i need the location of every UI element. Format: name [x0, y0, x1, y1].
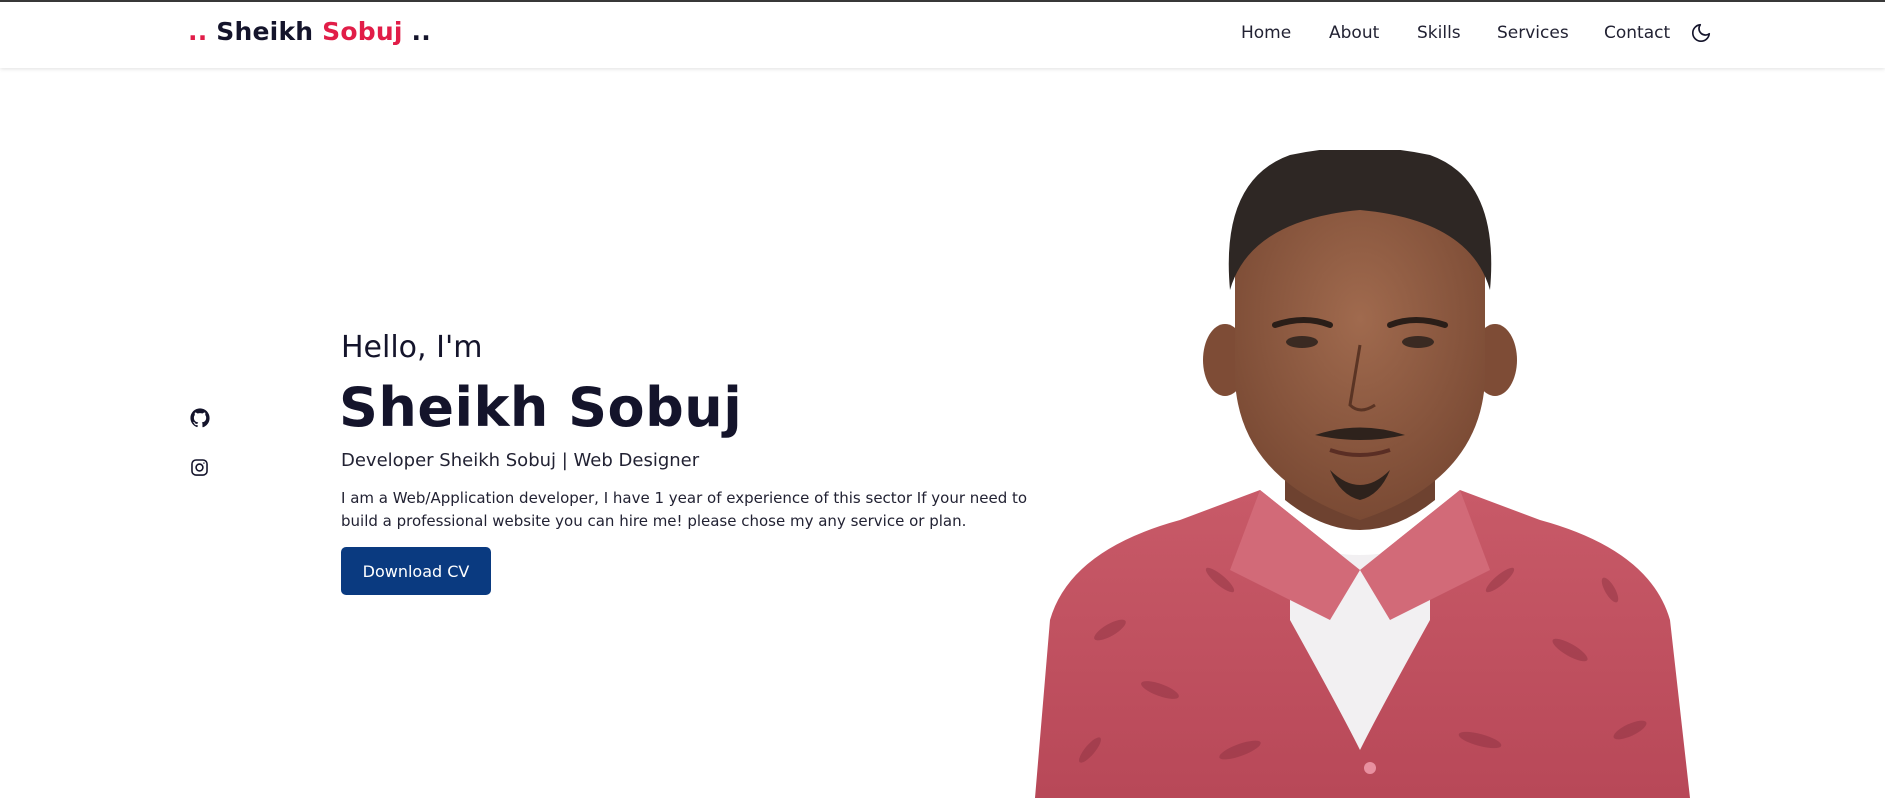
- github-icon[interactable]: [190, 408, 212, 430]
- nav-contact[interactable]: Contact: [1604, 23, 1670, 43]
- hero-name: Sheikh Sobuj: [339, 376, 743, 439]
- main-nav: Home About Skills Services Contact: [0, 2, 1885, 68]
- profile-photo: [1030, 147, 1700, 798]
- download-cv-button[interactable]: Download CV: [341, 547, 491, 595]
- nav-services[interactable]: Services: [1497, 23, 1569, 43]
- hero-description: I am a Web/Application developer, I have…: [341, 489, 1028, 530]
- hero-subtitle: Developer Sheikh Sobuj | Web Designer: [341, 450, 700, 471]
- instagram-icon[interactable]: [190, 458, 212, 480]
- site-header: .. Sheikh Sobuj .. Home About Skills Ser…: [0, 2, 1885, 68]
- nav-about[interactable]: About: [1329, 23, 1379, 43]
- nav-skills[interactable]: Skills: [1417, 23, 1461, 43]
- moon-icon[interactable]: [1690, 22, 1712, 44]
- hero-greeting: Hello, I'm: [341, 330, 483, 365]
- nav-home[interactable]: Home: [1241, 23, 1291, 43]
